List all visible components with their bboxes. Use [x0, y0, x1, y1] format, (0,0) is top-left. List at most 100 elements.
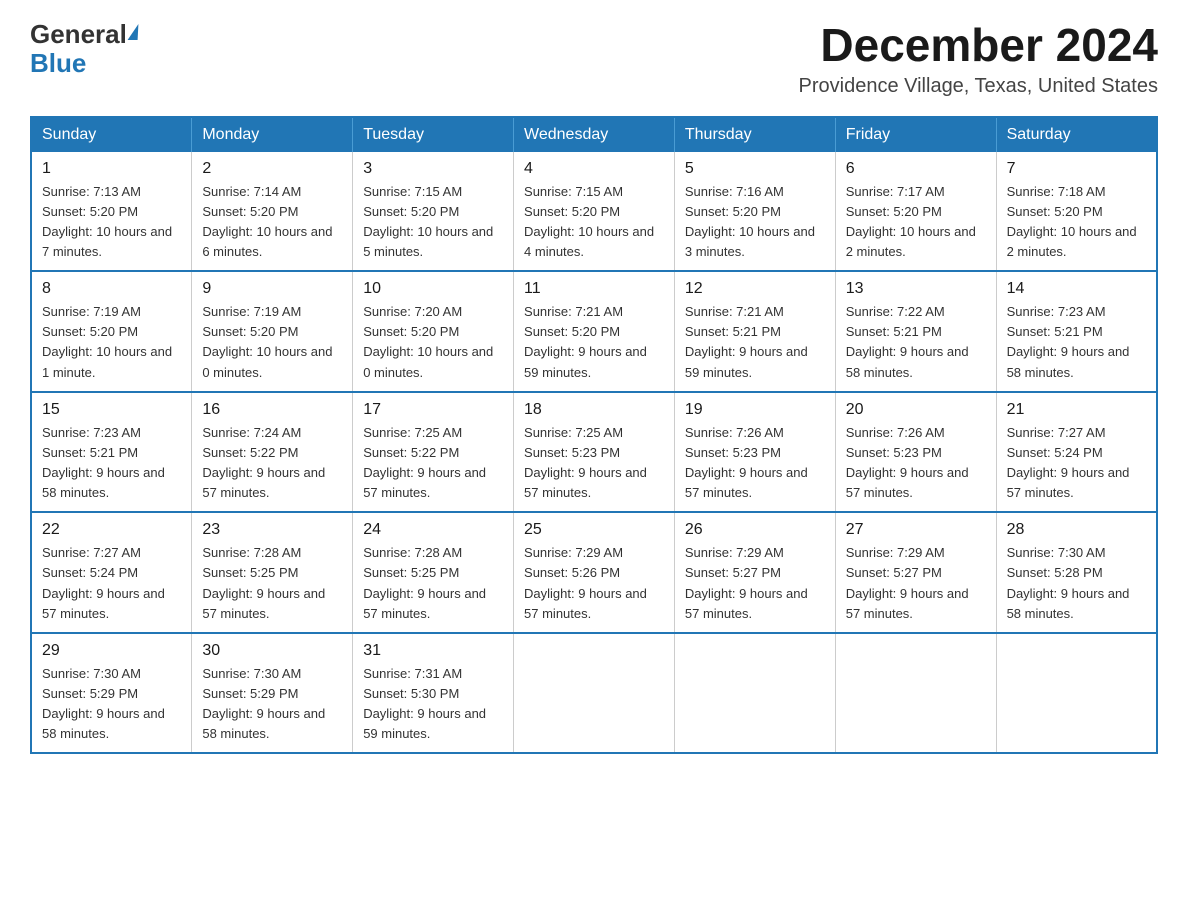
weekday-header-saturday: Saturday [996, 117, 1157, 152]
calendar-day-cell: 14 Sunrise: 7:23 AMSunset: 5:21 PMDayligh… [996, 271, 1157, 392]
calendar-day-cell: 23 Sunrise: 7:28 AMSunset: 5:25 PMDayligh… [192, 512, 353, 633]
day-number: 10 [363, 280, 503, 298]
day-number: 20 [846, 401, 986, 419]
day-info: Sunrise: 7:27 AMSunset: 5:24 PMDaylight:… [42, 543, 181, 624]
day-info: Sunrise: 7:14 AMSunset: 5:20 PMDaylight:… [202, 182, 342, 263]
weekday-header-sunday: Sunday [31, 117, 192, 152]
day-info: Sunrise: 7:24 AMSunset: 5:22 PMDaylight:… [202, 423, 342, 504]
day-number: 26 [685, 521, 825, 539]
day-number: 23 [202, 521, 342, 539]
day-number: 14 [1007, 280, 1146, 298]
day-info: Sunrise: 7:28 AMSunset: 5:25 PMDaylight:… [202, 543, 342, 624]
day-number: 27 [846, 521, 986, 539]
day-info: Sunrise: 7:26 AMSunset: 5:23 PMDaylight:… [846, 423, 986, 504]
calendar-day-cell: 5 Sunrise: 7:16 AMSunset: 5:20 PMDaylight… [674, 152, 835, 272]
day-number: 8 [42, 280, 181, 298]
calendar-day-cell: 13Sunrise: 7:22 AMSunset: 5:21 PMDayligh… [835, 271, 996, 392]
calendar-week-row: 15Sunrise: 7:23 AMSunset: 5:21 PMDayligh… [31, 392, 1157, 513]
calendar-day-cell: 15Sunrise: 7:23 AMSunset: 5:21 PMDayligh… [31, 392, 192, 513]
weekday-header-monday: Monday [192, 117, 353, 152]
calendar-day-cell: 6 Sunrise: 7:17 AMSunset: 5:20 PMDaylight… [835, 152, 996, 272]
day-info: Sunrise: 7:18 AMSunset: 5:20 PMDaylight:… [1007, 182, 1146, 263]
day-info: Sunrise: 7:26 AMSunset: 5:23 PMDaylight:… [685, 423, 825, 504]
calendar-day-cell: 25 Sunrise: 7:29 AMSunset: 5:26 PMDayligh… [514, 512, 675, 633]
day-info: Sunrise: 7:19 AMSunset: 5:20 PMDaylight:… [42, 302, 181, 383]
calendar-day-cell [996, 633, 1157, 754]
day-info: Sunrise: 7:29 AMSunset: 5:27 PMDaylight:… [846, 543, 986, 624]
calendar-day-cell: 27 Sunrise: 7:29 AMSunset: 5:27 PMDayligh… [835, 512, 996, 633]
day-info: Sunrise: 7:16 AMSunset: 5:20 PMDaylight:… [685, 182, 825, 263]
calendar-day-cell: 9 Sunrise: 7:19 AMSunset: 5:20 PMDaylight… [192, 271, 353, 392]
calendar-day-cell: 2Sunrise: 7:14 AMSunset: 5:20 PMDaylight… [192, 152, 353, 272]
day-info: Sunrise: 7:15 AMSunset: 5:20 PMDaylight:… [524, 182, 664, 263]
logo-blue-text: Blue [30, 49, 139, 78]
calendar-day-cell: 22Sunrise: 7:27 AMSunset: 5:24 PMDayligh… [31, 512, 192, 633]
day-info: Sunrise: 7:21 AMSunset: 5:21 PMDaylight:… [685, 302, 825, 383]
day-number: 7 [1007, 160, 1146, 178]
page-header: General Blue December 2024 Providence Vi… [30, 20, 1158, 98]
calendar-table: SundayMondayTuesdayWednesdayThursdayFrid… [30, 116, 1158, 755]
day-number: 25 [524, 521, 664, 539]
day-number: 11 [524, 280, 664, 298]
day-info: Sunrise: 7:15 AMSunset: 5:20 PMDaylight:… [363, 182, 503, 263]
calendar-day-cell: 30 Sunrise: 7:30 AMSunset: 5:29 PMDayligh… [192, 633, 353, 754]
calendar-day-cell [835, 633, 996, 754]
calendar-day-cell: 18 Sunrise: 7:25 AMSunset: 5:23 PMDayligh… [514, 392, 675, 513]
day-info: Sunrise: 7:25 AMSunset: 5:22 PMDaylight:… [363, 423, 503, 504]
calendar-day-cell: 19 Sunrise: 7:26 AMSunset: 5:23 PMDayligh… [674, 392, 835, 513]
day-number: 4 [524, 160, 664, 178]
day-number: 18 [524, 401, 664, 419]
logo-triangle-icon [127, 24, 140, 40]
day-info: Sunrise: 7:25 AMSunset: 5:23 PMDaylight:… [524, 423, 664, 504]
day-info: Sunrise: 7:30 AMSunset: 5:29 PMDaylight:… [202, 664, 342, 745]
day-info: Sunrise: 7:17 AMSunset: 5:20 PMDaylight:… [846, 182, 986, 263]
weekday-header-row: SundayMondayTuesdayWednesdayThursdayFrid… [31, 117, 1157, 152]
month-title: December 2024 [799, 20, 1158, 71]
calendar-day-cell: 17 Sunrise: 7:25 AMSunset: 5:22 PMDayligh… [353, 392, 514, 513]
day-info: Sunrise: 7:21 AMSunset: 5:20 PMDaylight:… [524, 302, 664, 383]
day-number: 21 [1007, 401, 1146, 419]
calendar-day-cell [514, 633, 675, 754]
day-number: 24 [363, 521, 503, 539]
weekday-header-friday: Friday [835, 117, 996, 152]
calendar-day-cell [674, 633, 835, 754]
day-number: 31 [363, 642, 503, 660]
day-number: 6 [846, 160, 986, 178]
calendar-day-cell: 28Sunrise: 7:30 AMSunset: 5:28 PMDayligh… [996, 512, 1157, 633]
day-info: Sunrise: 7:23 AMSunset: 5:21 PMDaylight:… [1007, 302, 1146, 383]
calendar-day-cell: 1Sunrise: 7:13 AMSunset: 5:20 PMDaylight… [31, 152, 192, 272]
day-number: 15 [42, 401, 181, 419]
day-info: Sunrise: 7:13 AMSunset: 5:20 PMDaylight:… [42, 182, 181, 263]
calendar-day-cell: 7 Sunrise: 7:18 AMSunset: 5:20 PMDaylight… [996, 152, 1157, 272]
calendar-day-cell: 20 Sunrise: 7:26 AMSunset: 5:23 PMDayligh… [835, 392, 996, 513]
calendar-week-row: 1Sunrise: 7:13 AMSunset: 5:20 PMDaylight… [31, 152, 1157, 272]
day-number: 17 [363, 401, 503, 419]
day-info: Sunrise: 7:22 AMSunset: 5:21 PMDaylight:… [846, 302, 986, 383]
calendar-week-row: 8 Sunrise: 7:19 AMSunset: 5:20 PMDaylight… [31, 271, 1157, 392]
day-number: 9 [202, 280, 342, 298]
day-number: 28 [1007, 521, 1146, 539]
day-number: 29 [42, 642, 181, 660]
day-info: Sunrise: 7:31 AMSunset: 5:30 PMDaylight:… [363, 664, 503, 745]
calendar-day-cell: 16Sunrise: 7:24 AMSunset: 5:22 PMDayligh… [192, 392, 353, 513]
calendar-day-cell: 21Sunrise: 7:27 AMSunset: 5:24 PMDayligh… [996, 392, 1157, 513]
calendar-week-row: 22Sunrise: 7:27 AMSunset: 5:24 PMDayligh… [31, 512, 1157, 633]
calendar-day-cell: 8 Sunrise: 7:19 AMSunset: 5:20 PMDaylight… [31, 271, 192, 392]
day-info: Sunrise: 7:19 AMSunset: 5:20 PMDaylight:… [202, 302, 342, 383]
calendar-day-cell: 29 Sunrise: 7:30 AMSunset: 5:29 PMDayligh… [31, 633, 192, 754]
day-number: 30 [202, 642, 342, 660]
calendar-day-cell: 31 Sunrise: 7:31 AMSunset: 5:30 PMDayligh… [353, 633, 514, 754]
calendar-day-cell: 11 Sunrise: 7:21 AMSunset: 5:20 PMDayligh… [514, 271, 675, 392]
calendar-week-row: 29 Sunrise: 7:30 AMSunset: 5:29 PMDayligh… [31, 633, 1157, 754]
calendar-day-cell: 10 Sunrise: 7:20 AMSunset: 5:20 PMDayligh… [353, 271, 514, 392]
day-info: Sunrise: 7:29 AMSunset: 5:26 PMDaylight:… [524, 543, 664, 624]
day-number: 19 [685, 401, 825, 419]
logo-general-text: General [30, 20, 127, 49]
weekday-header-thursday: Thursday [674, 117, 835, 152]
day-number: 5 [685, 160, 825, 178]
day-number: 3 [363, 160, 503, 178]
day-info: Sunrise: 7:30 AMSunset: 5:29 PMDaylight:… [42, 664, 181, 745]
calendar-day-cell: 24Sunrise: 7:28 AMSunset: 5:25 PMDayligh… [353, 512, 514, 633]
day-number: 12 [685, 280, 825, 298]
day-info: Sunrise: 7:20 AMSunset: 5:20 PMDaylight:… [363, 302, 503, 383]
